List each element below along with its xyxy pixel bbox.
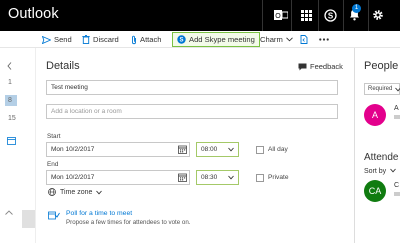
popout-icon: [300, 35, 308, 44]
attendee-detail: [394, 192, 400, 196]
chevron-down-icon: [390, 168, 396, 173]
send-icon: [42, 35, 51, 44]
skype-label: Add Skype meeting: [189, 35, 255, 44]
subject-value: Test meeting: [51, 84, 88, 91]
details-heading: Details: [46, 60, 80, 72]
paperclip-icon: [132, 35, 136, 44]
required-dropdown[interactable]: Required: [364, 83, 400, 95]
poll-link[interactable]: Poll for a time to meet: [66, 210, 132, 217]
attendee-detail: [394, 115, 400, 119]
end-date-value: Mon 10/2/2017: [51, 174, 95, 181]
feedback-icon: [298, 63, 307, 70]
top-bar: Outlook O S 1: [0, 0, 400, 31]
divider: [291, 0, 292, 31]
poll-description: Propose a few times for attendees to vot…: [66, 219, 191, 226]
calendar-day[interactable]: 15: [8, 115, 16, 122]
attach-label: Attach: [140, 35, 162, 44]
svg-text:S: S: [179, 38, 183, 44]
sort-by-label: Sort by: [364, 168, 387, 175]
compose-toolbar: Send Discard Attach S Add Skype meeting …: [0, 31, 400, 48]
private-label: Private: [268, 174, 289, 181]
calendar-icon[interactable]: [178, 145, 187, 154]
skype-icon: S: [177, 35, 186, 44]
chevron-down-icon: [395, 87, 400, 92]
start-date-value: Mon 10/2/2017: [51, 146, 95, 153]
left-calendar-pane: 1 8 15: [0, 48, 36, 243]
svg-text:S: S: [327, 11, 333, 20]
feedback-label: Feedback: [310, 62, 343, 71]
start-label: Start: [47, 133, 61, 140]
time-zone-button[interactable]: Time zone: [48, 188, 103, 196]
location-placeholder: Add a location or a room: [51, 108, 122, 115]
calendar-icon[interactable]: [178, 173, 187, 182]
people-heading: People: [364, 60, 399, 72]
attendees-heading: Attende: [364, 152, 399, 163]
popout-button[interactable]: [300, 31, 311, 48]
outlook-app-icon[interactable]: O: [271, 5, 291, 25]
attendee-name: C: [394, 182, 400, 189]
calendar-day[interactable]: 1: [8, 79, 12, 86]
ellipsis-icon: [319, 38, 329, 41]
sort-by-dropdown[interactable]: Sort by: [364, 168, 396, 175]
charm-dropdown[interactable]: Charm: [260, 31, 296, 48]
globe-icon: [48, 188, 56, 196]
end-date-input[interactable]: Mon 10/2/2017: [46, 170, 190, 185]
location-input[interactable]: Add a location or a room: [46, 104, 338, 119]
start-date-input[interactable]: Mon 10/2/2017: [46, 142, 190, 157]
more-options-button[interactable]: [319, 31, 332, 48]
private-checkbox[interactable]: [256, 174, 264, 182]
send-button[interactable]: Send: [42, 31, 72, 48]
trash-icon: [82, 35, 90, 44]
attendee-avatar[interactable]: A: [364, 104, 386, 126]
feedback-link[interactable]: Feedback: [298, 62, 343, 71]
attach-button[interactable]: Attach: [131, 31, 162, 48]
discard-button[interactable]: Discard: [82, 31, 119, 48]
charm-label: Charm: [260, 35, 283, 44]
app-launcher-icon[interactable]: [296, 5, 316, 25]
attendee-avatar[interactable]: CA: [364, 180, 386, 202]
chevron-down-icon: [96, 190, 103, 194]
all-day-label: All day: [268, 146, 288, 153]
chevron-down-icon: [285, 37, 293, 42]
start-time-value: 08:00: [201, 146, 218, 153]
divider: [262, 0, 263, 31]
end-time-select[interactable]: 08:30: [196, 170, 239, 185]
subject-input[interactable]: Test meeting: [46, 80, 338, 95]
all-day-checkbox[interactable]: [256, 146, 264, 154]
chevron-left-icon[interactable]: [7, 62, 12, 70]
end-label: End: [47, 161, 59, 168]
panel-divider: [354, 48, 355, 243]
user-photo-thumbnail: [22, 210, 35, 228]
calendar-icon[interactable]: [7, 136, 16, 145]
gear-icon[interactable]: [368, 5, 388, 25]
skype-icon[interactable]: S: [320, 5, 340, 25]
discard-label: Discard: [93, 35, 119, 44]
calendar-day[interactable]: 8: [8, 97, 12, 104]
chevron-down-icon: [228, 175, 234, 180]
end-time-value: 08:30: [201, 174, 218, 181]
chevron-down-icon: [228, 147, 234, 152]
start-time-select[interactable]: 08:00: [196, 142, 239, 157]
add-skype-meeting-button[interactable]: S Add Skype meeting: [172, 32, 260, 47]
app-title[interactable]: Outlook: [8, 6, 59, 22]
attendee-name: A: [394, 105, 399, 112]
send-label: Send: [54, 35, 72, 44]
divider: [318, 0, 319, 31]
time-zone-label: Time zone: [60, 188, 93, 196]
notification-badge: 1: [352, 4, 361, 13]
svg-text:O: O: [275, 13, 281, 20]
chevron-up-icon[interactable]: [5, 210, 13, 215]
required-label: Required: [368, 86, 393, 92]
poll-icon: [48, 211, 60, 220]
